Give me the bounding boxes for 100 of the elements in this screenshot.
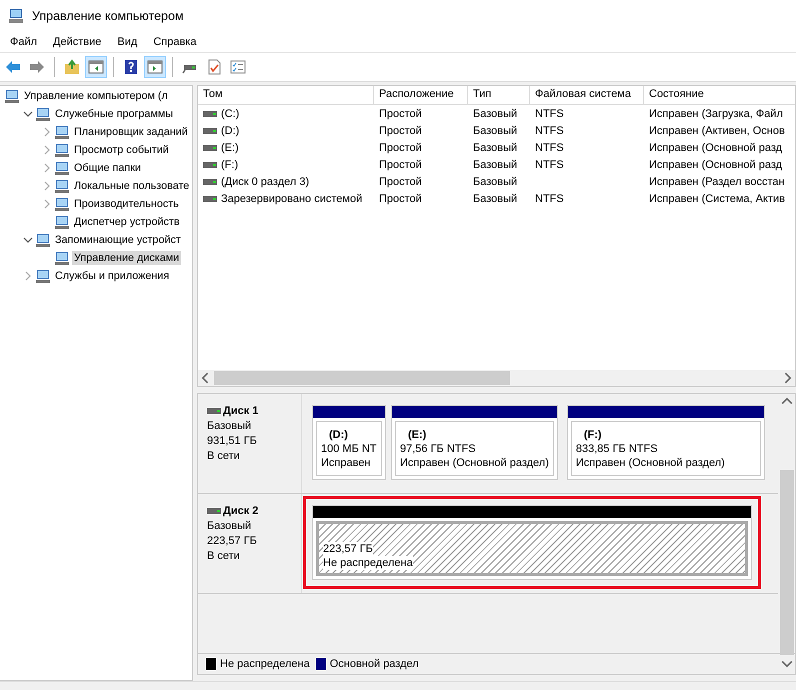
table-cell: (C:) — [221, 108, 240, 120]
partition-size: 833,85 ГБ NTFS — [576, 442, 659, 456]
disk-status: В сети — [207, 549, 241, 563]
table-cell: Исправен (Основной разд — [649, 158, 782, 170]
menu-item[interactable]: Действие — [53, 36, 102, 48]
disk-name: Диск 1 — [223, 404, 258, 418]
partition-status: Исправен (Основной раздел) — [400, 456, 549, 470]
menu-item[interactable]: Вид — [117, 36, 138, 48]
disk-status: В сети — [207, 449, 241, 463]
scrollbar-thumb[interactable] — [214, 371, 510, 385]
tree-item[interactable]: Управление компьютером (л — [22, 89, 170, 103]
forward-arrow-icon — [29, 59, 45, 75]
partition[interactable]: (D:) 100 МБ NT Исправен — [312, 405, 386, 480]
tree-item[interactable]: Производительность — [72, 197, 181, 211]
back-arrow-icon — [5, 59, 21, 75]
table-cell: NTFS — [535, 142, 564, 154]
disk-size: 223,57 ГБ — [207, 534, 258, 548]
menu-item[interactable]: Файл — [10, 36, 38, 48]
panel-icon — [88, 59, 104, 75]
table-cell: Зарезервировано системой — [221, 192, 362, 204]
partition[interactable]: 223,57 ГБ Не распределена — [312, 505, 752, 580]
drive-icon — [203, 162, 217, 168]
node-icon — [54, 124, 70, 140]
table-cell: (E:) — [221, 142, 239, 154]
tree-item[interactable]: Служебные программы — [53, 107, 176, 121]
menu-item[interactable]: Справка — [153, 36, 196, 48]
disk-type: Базовый — [207, 519, 252, 533]
column-header[interactable]: Тип — [468, 86, 530, 105]
table-cell: Простой — [379, 124, 422, 136]
table-cell: Простой — [379, 176, 422, 188]
partition-label: (F:) — [582, 428, 603, 442]
drive-icon — [203, 196, 217, 202]
expander-icon[interactable] — [23, 235, 33, 245]
table-cell: Простой — [379, 158, 422, 170]
tree-item[interactable]: Запоминающие устройст — [53, 233, 183, 247]
table-cell: Простой — [379, 142, 422, 154]
table-cell: Базовый — [473, 192, 518, 204]
tree-item[interactable]: Общие папки — [72, 161, 143, 175]
document-icon — [206, 59, 222, 75]
node-icon — [35, 106, 51, 122]
node-icon — [54, 196, 70, 212]
table-cell: NTFS — [535, 192, 564, 204]
table-cell: Базовый — [473, 176, 518, 188]
disk-type: Базовый — [207, 419, 252, 433]
node-icon — [54, 160, 70, 176]
partition-label: (D:) — [328, 428, 349, 442]
column-header[interactable]: Состояние — [644, 86, 795, 105]
tree-item[interactable]: Диспетчер устройств — [72, 215, 182, 229]
drive-icon — [207, 508, 221, 514]
table-cell: (F:) — [221, 158, 238, 170]
node-icon — [54, 178, 70, 194]
partition-size: 97,56 ГБ NTFS — [400, 442, 477, 456]
partition-status: Исправен (Основной раздел) — [576, 456, 726, 470]
tree-item[interactable]: Управление дисками — [72, 251, 182, 265]
partition[interactable]: (F:) 833,85 ГБ NTFS Исправен (Основной раздел) — [566, 405, 765, 480]
table-cell: Простой — [379, 108, 422, 120]
table-cell: Базовый — [473, 124, 518, 136]
panel-icon — [147, 59, 163, 75]
drive-icon — [203, 178, 217, 184]
table-cell: (D:) — [221, 124, 240, 136]
disk-size: 931,51 ГБ — [207, 434, 258, 448]
node-icon — [4, 88, 20, 104]
expander-icon[interactable] — [23, 109, 33, 119]
toolbar-button[interactable] — [144, 56, 166, 78]
drive-icon — [203, 110, 217, 116]
node-icon — [54, 142, 70, 158]
partition[interactable]: (E:) 97,56 ГБ NTFS Исправен (Основной раздел) — [391, 405, 558, 480]
table-cell: NTFS — [535, 124, 564, 136]
tree-item[interactable]: Локальные пользовате — [72, 179, 192, 193]
table-cell: Исправен (Раздел восстан — [649, 176, 785, 188]
node-icon — [54, 250, 70, 266]
tree-item[interactable]: Просмотр событий — [72, 143, 171, 157]
table-cell: Базовый — [473, 108, 518, 120]
tree-item[interactable]: Планировщик заданий — [72, 125, 190, 139]
drive-icon — [203, 128, 217, 134]
column-header[interactable]: Расположение — [374, 86, 468, 105]
table-cell: Базовый — [473, 142, 518, 154]
drive-icon — [203, 144, 217, 150]
table-cell: Базовый — [473, 158, 518, 170]
node-icon — [54, 214, 70, 230]
partition-status: Не распределена — [323, 556, 413, 570]
column-header[interactable]: Файловая система — [530, 86, 644, 105]
node-icon — [35, 232, 51, 248]
table-cell: Простой — [379, 192, 422, 204]
legend-label: Не распределена — [220, 658, 310, 670]
column-header[interactable]: Том — [198, 86, 374, 105]
window-title: Управление компьютером — [32, 9, 184, 23]
tree-item[interactable]: Службы и приложения — [53, 269, 172, 283]
folder-up-icon — [64, 59, 80, 75]
partition-size: 223,57 ГБ — [323, 542, 373, 556]
scrollbar-thumb[interactable] — [780, 470, 794, 655]
drive-icon — [207, 408, 221, 414]
partition-size: 100 МБ NT — [321, 442, 377, 456]
table-cell: Исправен (Загрузка, Файл — [649, 108, 783, 120]
toolbar-button[interactable] — [85, 56, 107, 78]
list-icon — [230, 59, 246, 75]
table-cell: NTFS — [535, 158, 564, 170]
table-cell: NTFS — [535, 108, 564, 120]
partition-label: (E:) — [407, 428, 428, 442]
computer-icon — [8, 8, 24, 24]
